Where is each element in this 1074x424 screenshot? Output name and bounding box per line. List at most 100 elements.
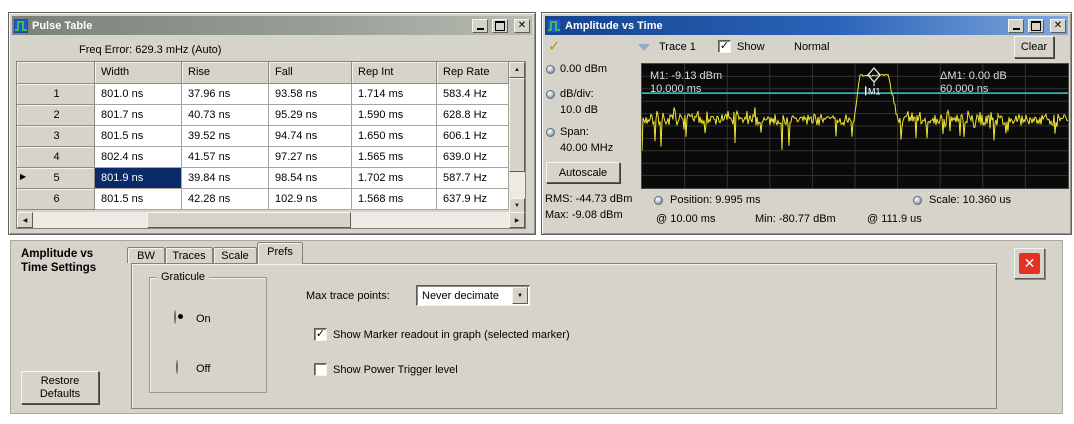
table-row-header[interactable]: 6 [17, 189, 95, 210]
scroll-up-button[interactable]: ▲ [509, 62, 525, 78]
table-cell[interactable]: 37.96 ns [182, 84, 269, 105]
tab-bw[interactable]: BW [127, 247, 165, 263]
pulse-table-titlebar[interactable]: Pulse Table ✕ [12, 16, 532, 35]
minimize-button[interactable] [472, 19, 488, 33]
scroll-right-button[interactable]: ▶ [509, 212, 525, 228]
amplitude-trace-plot[interactable]: M1 M1: -9.13 dBm 10.000 ms ΔM1: 0.00 dB … [641, 63, 1069, 189]
amplitude-titlebar[interactable]: Amplitude vs Time ✕ [545, 16, 1068, 35]
table-cell[interactable]: 93.58 ns [269, 84, 352, 105]
db-div-label[interactable]: dB/div: [560, 88, 594, 100]
max-at-readout: @ 10.00 ms [656, 213, 715, 225]
trace-selector-label[interactable]: Trace 1 [659, 41, 696, 53]
trace-mode-label[interactable]: Normal [794, 41, 829, 53]
pulse-table: WidthRiseFallRep IntRep Rate 1801.0 ns37.… [16, 61, 526, 229]
minimize-icon [477, 28, 484, 30]
span-knob-icon[interactable] [546, 128, 555, 137]
show-trace-checkbox[interactable]: ✓ [718, 40, 731, 53]
min-readout: Min: -80.77 dBm [755, 213, 836, 225]
close-button[interactable]: ✕ [514, 19, 530, 33]
arrow-up-icon: ▲ [514, 67, 520, 73]
valid-check-icon: ✓ [548, 37, 561, 55]
table-cell[interactable]: 95.29 ns [269, 105, 352, 126]
marker-m1-amplitude-readout: M1: -9.13 dBm [650, 70, 722, 82]
table-row-header[interactable]: 3 [17, 126, 95, 147]
table-column-header[interactable] [17, 62, 95, 84]
tab-scale[interactable]: Scale [213, 247, 257, 263]
table-cell[interactable]: 587.7 Hz [437, 168, 509, 189]
rms-readout: RMS: -44.73 dBm [545, 193, 632, 205]
tab-traces[interactable]: Traces [165, 247, 213, 263]
table-cell[interactable]: 801.0 ns [95, 84, 182, 105]
table-cell[interactable]: 94.74 ns [269, 126, 352, 147]
ref-level-readout[interactable]: 0.00 dBm [560, 63, 607, 75]
horizontal-scroll-thumb[interactable] [147, 212, 351, 228]
table-cell[interactable]: 98.54 ns [269, 168, 352, 189]
table-cell[interactable]: 801.5 ns [95, 126, 182, 147]
autoscale-button[interactable]: Autoscale [546, 162, 620, 183]
maximize-button[interactable] [492, 19, 508, 33]
table-cell[interactable]: 801.9 ns [95, 168, 182, 189]
table-column-header[interactable]: Width [95, 62, 182, 84]
db-div-knob-icon[interactable] [546, 90, 555, 99]
table-row-header[interactable]: 2 [17, 105, 95, 126]
minimize-button[interactable] [1008, 19, 1024, 33]
table-row-header[interactable]: 1 [17, 84, 95, 105]
clear-button[interactable]: Clear [1014, 36, 1054, 58]
table-cell[interactable]: 39.52 ns [182, 126, 269, 147]
pulse-app-icon [14, 19, 28, 33]
freq-error-readout: Freq Error: 629.3 mHz (Auto) [79, 44, 221, 56]
table-cell[interactable]: 1.702 ms [352, 168, 437, 189]
table-cell[interactable]: 606.1 Hz [437, 126, 509, 147]
table-cell[interactable]: 39.84 ns [182, 168, 269, 189]
table-vertical-scrollbar[interactable]: ▲ ▼ [509, 62, 525, 214]
table-cell[interactable]: 40.73 ns [182, 105, 269, 126]
table-cell[interactable]: 1.568 ms [352, 189, 437, 210]
close-icon: ✕ [1054, 21, 1062, 31]
table-column-header[interactable]: Rep Int [352, 62, 437, 84]
table-cell[interactable]: 802.4 ns [95, 147, 182, 168]
tab-prefs[interactable]: Prefs [257, 242, 303, 264]
maximize-button[interactable] [1028, 19, 1044, 33]
trace-dropdown-icon[interactable] [638, 44, 650, 51]
table-cell[interactable]: 801.5 ns [95, 189, 182, 210]
delta-m1-time-readout: 60.000 ns [940, 83, 988, 95]
window-title: Pulse Table [32, 20, 468, 32]
scale-readout[interactable]: Scale: 10.360 us [929, 194, 1011, 206]
table-cell[interactable]: 628.8 Hz [437, 105, 509, 126]
table-horizontal-scrollbar[interactable]: ◀ ▶ [17, 212, 525, 228]
vertical-scroll-thumb[interactable] [509, 78, 525, 172]
minimize-icon [1013, 28, 1020, 30]
pulse-app-icon [547, 19, 561, 33]
close-button[interactable]: ✕ [1050, 19, 1066, 33]
table-cell[interactable]: 583.4 Hz [437, 84, 509, 105]
position-knob-icon[interactable] [654, 196, 663, 205]
table-cell[interactable]: 637.9 Hz [437, 189, 509, 210]
table-cell[interactable]: 42.28 ns [182, 189, 269, 210]
table-cell[interactable]: 639.0 Hz [437, 147, 509, 168]
restore-defaults-button[interactable]: Restore Defaults [21, 371, 99, 404]
table-cell[interactable]: 41.57 ns [182, 147, 269, 168]
ref-level-knob-icon[interactable] [546, 65, 555, 74]
table-row-header[interactable]: 5▶ [17, 168, 95, 189]
scroll-left-button[interactable]: ◀ [17, 212, 33, 228]
table-cell[interactable]: 1.565 ms [352, 147, 437, 168]
table-cell[interactable]: 97.27 ns [269, 147, 352, 168]
table-cell[interactable]: 1.714 ms [352, 84, 437, 105]
table-row-header[interactable]: 4 [17, 147, 95, 168]
scale-knob-icon[interactable] [913, 196, 922, 205]
arrow-right-icon: ▶ [515, 217, 520, 224]
table-cell[interactable]: 801.7 ns [95, 105, 182, 126]
close-settings-button[interactable]: ✕ [1014, 248, 1045, 279]
close-icon: ✕ [518, 21, 526, 31]
position-readout[interactable]: Position: 9.995 ms [670, 194, 761, 206]
table-column-header[interactable]: Fall [269, 62, 352, 84]
table-column-header[interactable]: Rep Rate [437, 62, 509, 84]
table-cell[interactable]: 1.650 ms [352, 126, 437, 147]
maximize-icon [495, 21, 505, 31]
table-cell[interactable]: 1.590 ms [352, 105, 437, 126]
close-icon: ✕ [1019, 253, 1040, 274]
table-cell[interactable]: 102.9 ns [269, 189, 352, 210]
span-label[interactable]: Span: [560, 126, 589, 138]
table-column-header[interactable]: Rise [182, 62, 269, 84]
min-at-readout: @ 111.9 us [867, 213, 922, 225]
